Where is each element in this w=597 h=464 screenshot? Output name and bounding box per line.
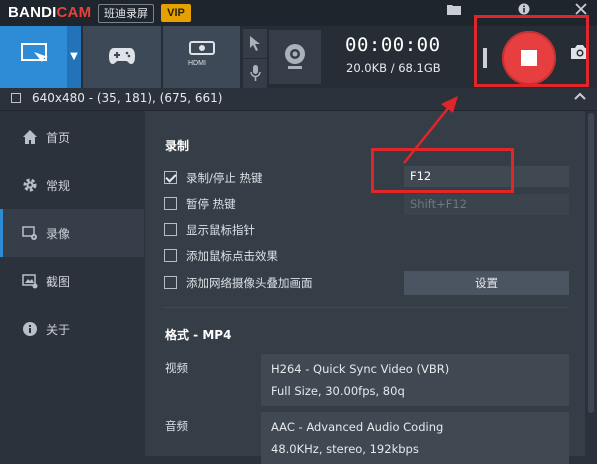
section-divider: [163, 307, 569, 308]
video-codec: H264 - Quick Sync Video (VBR): [271, 362, 450, 376]
video-label: 视频: [165, 361, 188, 375]
audio-params: 48.0KHz, stereo, 192kbps: [271, 442, 419, 456]
audio-label: 音频: [165, 419, 188, 433]
format-section-title: 格式 - MP4: [165, 328, 232, 342]
video-params: Full Size, 30.00fps, 80q: [271, 384, 405, 398]
audio-format-box[interactable]: AAC - Advanced Audio Coding 48.0KHz, ste…: [261, 412, 569, 464]
video-format-box[interactable]: H264 - Quick Sync Video (VBR) Full Size,…: [261, 354, 569, 406]
audio-codec: AAC - Advanced Audio Coding: [271, 420, 444, 434]
